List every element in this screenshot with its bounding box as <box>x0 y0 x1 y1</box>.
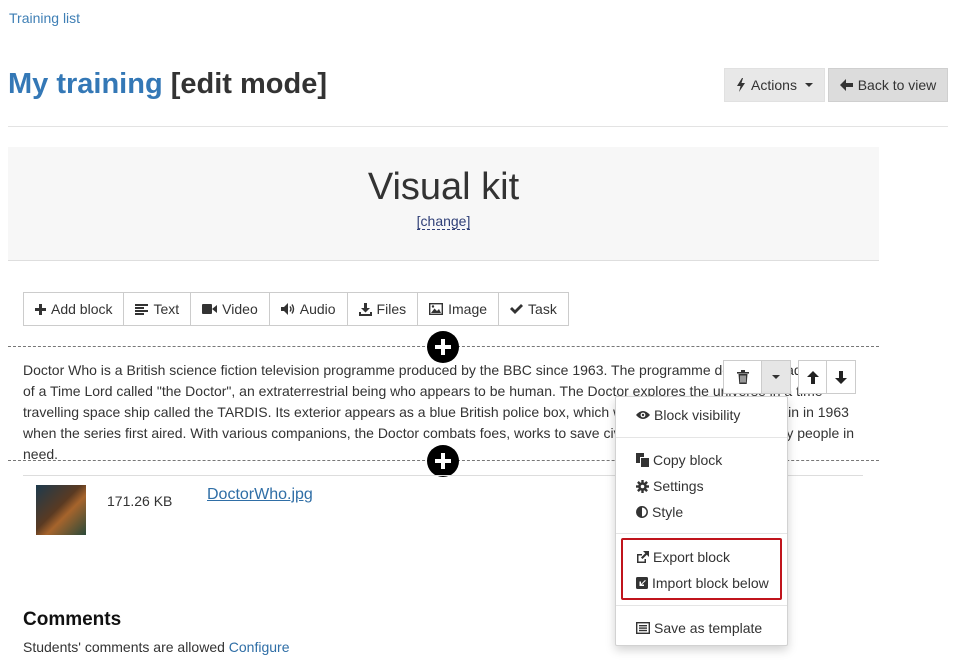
block-menu-dropdown-button[interactable] <box>762 361 790 393</box>
change-kit-link-wrap: [change] <box>8 213 879 230</box>
menu-style[interactable]: Style <box>636 502 683 522</box>
block-move-controls <box>798 360 856 394</box>
arrow-up-icon <box>806 370 819 384</box>
back-to-view-label: Back to view <box>857 77 937 93</box>
arrow-down-icon <box>835 370 847 384</box>
list-alt-icon <box>636 622 650 634</box>
block-menu-dropdown: Block visibility Copy block Settings Sty… <box>615 396 788 646</box>
video-camera-icon <box>202 304 218 314</box>
export-import-highlight <box>621 538 782 600</box>
plus-icon <box>435 339 451 355</box>
image-block-button[interactable]: Image <box>418 293 500 325</box>
align-left-icon <box>135 303 149 315</box>
comments-status: Students' comments are allowed Configure <box>23 639 289 655</box>
audio-block-button[interactable]: Audio <box>270 293 348 325</box>
visual-kit-title: Visual kit <box>367 166 520 208</box>
eye-icon <box>636 411 650 419</box>
comments-status-text: Students' comments are allowed <box>23 639 225 655</box>
training-title-link[interactable]: My training <box>8 68 163 100</box>
menu-save-as-template[interactable]: Save as template <box>636 618 762 638</box>
picture-icon <box>429 303 444 315</box>
gear-icon <box>636 479 649 493</box>
header-divider <box>8 126 948 127</box>
menu-settings-label: Settings <box>653 478 704 494</box>
plus-icon <box>435 453 451 469</box>
file-name-link[interactable]: DoctorWho.jpg <box>207 486 313 504</box>
menu-block-visibility-label: Block visibility <box>654 407 741 423</box>
menu-save-as-template-label: Save as template <box>654 620 763 636</box>
files-block-button[interactable]: Files <box>348 293 419 325</box>
move-block-down-button[interactable] <box>827 361 855 393</box>
bolt-icon <box>737 78 746 92</box>
menu-divider <box>616 533 787 534</box>
back-to-view-button[interactable]: Back to view <box>828 68 948 102</box>
file-size: 171.26 KB <box>107 493 173 509</box>
actions-button[interactable]: Actions <box>724 68 825 102</box>
caret-down-icon <box>804 83 813 87</box>
text-block-button[interactable]: Text <box>124 293 192 325</box>
visual-kit-panel: Visual kit [change] <box>8 147 879 261</box>
actions-label: Actions <box>751 77 797 93</box>
menu-divider <box>616 437 787 438</box>
trash-icon <box>736 370 749 384</box>
block-controls <box>723 360 791 394</box>
page-title: My training [edit mode] <box>8 68 327 101</box>
add-block-toolbar: Add block Text Video Audio Files Image T… <box>23 292 569 326</box>
delete-block-button[interactable] <box>724 361 762 393</box>
insert-block-above-button[interactable] <box>427 331 459 363</box>
files-block-label: Files <box>376 301 407 317</box>
download-icon <box>358 302 372 316</box>
audio-block-label: Audio <box>299 301 336 317</box>
menu-copy-block-label: Copy block <box>653 452 723 468</box>
move-block-up-button[interactable] <box>799 361 827 393</box>
adjust-icon <box>636 506 648 518</box>
configure-comments-link[interactable]: Configure <box>229 639 290 655</box>
menu-divider <box>616 605 787 606</box>
plus-icon <box>35 303 46 315</box>
insert-block-below-button[interactable] <box>427 445 459 477</box>
add-block-label: Add block <box>51 301 113 317</box>
add-block-button[interactable]: Add block <box>24 293 125 325</box>
volume-icon <box>280 303 294 315</box>
menu-style-label: Style <box>652 504 684 520</box>
edit-mode-label: [edit mode] <box>170 68 328 100</box>
change-kit-link[interactable]: [change] <box>416 213 471 230</box>
copy-icon <box>636 453 649 467</box>
file-thumbnail <box>36 485 86 535</box>
menu-block-visibility[interactable]: Block visibility <box>636 405 740 425</box>
task-block-label: Task <box>528 301 557 317</box>
comments-heading: Comments <box>23 609 122 630</box>
arrow-left-icon <box>839 79 853 91</box>
image-block-label: Image <box>448 301 488 317</box>
video-block-label: Video <box>222 301 258 317</box>
task-block-button[interactable]: Task <box>499 293 568 325</box>
video-block-button[interactable]: Video <box>191 293 270 325</box>
menu-settings[interactable]: Settings <box>636 476 704 496</box>
menu-copy-block[interactable]: Copy block <box>636 450 722 470</box>
caret-down-icon <box>772 375 780 379</box>
text-block-label: Text <box>153 301 180 317</box>
breadcrumb-training-list[interactable]: Training list <box>9 10 80 26</box>
checkmark-icon <box>510 304 524 314</box>
